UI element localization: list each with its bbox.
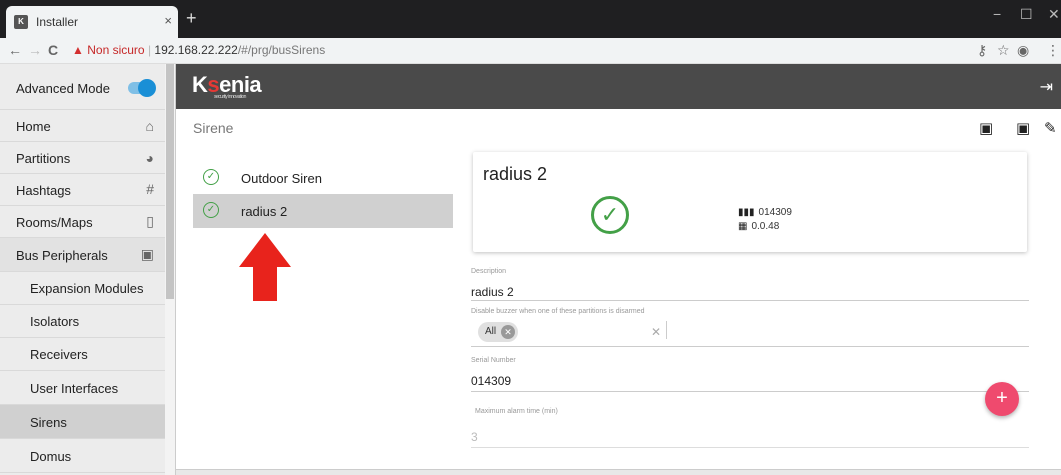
door-icon: ▯ [146,213,154,229]
select-separator [666,321,667,339]
sidebar-subitem-label: Domus [30,449,72,464]
sidebar-subitem-user-interfaces[interactable]: User Interfaces [0,371,166,405]
browser-tab[interactable]: K Installer × [6,6,178,38]
add-button[interactable]: + [985,382,1019,416]
siren-item-outdoor-siren[interactable]: ✓ Outdoor Siren [193,161,453,195]
description-input[interactable]: radius 2 [471,285,514,299]
key-icon[interactable]: ⚷ [977,42,987,59]
home-icon: ⌂ [145,118,154,134]
sidebar-item-hashtags[interactable]: Hashtags # [0,174,166,206]
maximize-icon[interactable]: ☐ [1020,6,1033,23]
divider [471,447,1029,448]
sidebar-scrollbar[interactable] [165,64,175,475]
url-host: 192.168.22.222 [154,43,238,57]
sidebar-item-label: Rooms/Maps [16,215,93,230]
serial-number-input[interactable]: 014309 [471,374,511,388]
chip-label: All [485,326,497,337]
account-icon[interactable]: ◉ [1017,42,1029,59]
tab-close-icon[interactable]: × [164,13,172,28]
serial-info: ▮▮▮ 014309 [738,207,792,218]
page-toolbar: Sirene ▣ ▣ ✎ [176,109,1061,147]
advanced-mode-row: Advanced Mode [0,64,166,110]
menu-icon[interactable]: ⋮ [1046,42,1060,59]
back-icon[interactable]: ← [8,42,22,58]
archive-download-icon[interactable]: ▣ [1016,119,1030,137]
advanced-mode-label: Advanced Mode [16,81,110,96]
forward-icon[interactable]: → [28,42,42,58]
firmware-info: ▦ 0.0.48 [738,221,779,232]
buzzer-partitions-label: Disable buzzer when one of these partiti… [471,308,645,315]
address-bar: ← → C ▲ Non sicuro | 192.168.22.222/#/pr… [0,38,1061,64]
device-icon: ▣ [140,246,154,262]
ksenia-logo: Ksenia security innovation [192,72,262,100]
firmware-version-text: 0.0.48 [751,221,780,232]
sidebar-subitem-isolators[interactable]: Isolators [0,305,166,338]
sidebar-item-label: Bus Peripherals [16,248,108,263]
advanced-mode-toggle[interactable] [128,79,156,97]
description-label: Description [471,268,507,275]
siren-label: Outdoor Siren [241,171,322,186]
siren-label: radius 2 [241,204,288,219]
check-circle-icon: ✓ [203,169,219,185]
url-field[interactable]: ▲ Non sicuro | 192.168.22.222/#/prg/busS… [72,43,325,57]
sidebar-item-label: Partitions [16,151,71,166]
archive-icon[interactable]: ▣ [979,119,993,137]
check-circle-icon: ✓ [591,196,629,234]
hashtag-icon: # [146,181,154,197]
tab-title: Installer [36,15,79,29]
url-path: /#/prg/busSirens [237,43,326,57]
sidebar: Advanced Mode Home ⌂ Partitions ◕ Hashta… [0,64,176,475]
clear-selection-icon[interactable]: ✕ [651,325,661,339]
minimize-icon[interactable]: − [993,6,1001,22]
divider [471,300,1029,301]
sidebar-subitem-label: User Interfaces [30,381,119,396]
logout-icon[interactable]: ⇥ [1040,77,1053,97]
sidebar-subitem-sirens[interactable]: Sirens [0,405,166,439]
scrollbar-thumb[interactable] [166,64,174,299]
sidebar-item-partitions[interactable]: Partitions ◕ [0,142,166,174]
siren-detail-card: radius 2 ✓ ▮▮▮ 014309 ▦ 0.0.48 [473,152,1027,252]
close-window-icon[interactable]: ✕ [1048,6,1060,23]
browser-tab-bar: K Installer × + − ☐ ✕ [0,0,1061,38]
ksenia-favicon-icon: K [14,15,28,29]
bottom-scrollbar[interactable] [176,469,1061,475]
check-circle-icon: ✓ [203,202,219,218]
warning-icon: ▲ [72,43,84,57]
partition-chip[interactable]: All ✕ [478,322,518,342]
sidebar-subitem-label: Isolators [30,314,80,329]
security-label: Non sicuro [87,43,145,57]
barcode-icon: ▮▮▮ [738,207,755,218]
siren-item-radius-2[interactable]: ✓ radius 2 [193,194,453,228]
serial-number-text: 014309 [758,207,792,218]
app-header: Ksenia security innovation ⇥ [176,64,1061,109]
serial-number-label: Serial Number [471,357,516,364]
toggle-knob [138,79,156,97]
divider [471,346,1029,347]
alarm-time-input[interactable]: 3 [471,430,478,444]
star-icon[interactable]: ☆ [997,42,1010,59]
sidebar-item-rooms-maps[interactable]: Rooms/Maps ▯ [0,206,166,238]
pie-chart-icon: ◕ [145,150,154,166]
chip-remove-icon[interactable]: ✕ [501,325,515,339]
sidebar-item-label: Hashtags [16,183,71,198]
sidebar-subitem-label: Expansion Modules [30,281,144,296]
sidebar-item-home[interactable]: Home ⌂ [0,110,166,142]
card-title: radius 2 [483,164,548,184]
sidebar-subitem-receivers[interactable]: Receivers [0,338,166,371]
sidebar-subitem-label: Sirens [30,415,67,430]
sidebar-subitem-expansion-modules[interactable]: Expansion Modules [0,272,166,305]
divider [471,391,1029,392]
edit-icon[interactable]: ✎ [1044,119,1057,137]
sidebar-subitem-domus[interactable]: Domus [0,439,166,473]
page-title: Sirene [193,120,234,136]
alarm-time-label: Maximum alarm time (min) [475,408,558,415]
sidebar-item-bus-peripherals[interactable]: Bus Peripherals ▣ [0,238,166,272]
sidebar-subitem-label: Receivers [30,347,88,362]
red-up-arrow-annotation [239,233,291,301]
new-tab-icon[interactable]: + [186,8,197,29]
chip-icon: ▦ [738,221,748,232]
reload-icon[interactable]: C [48,42,58,58]
sidebar-item-label: Home [16,119,51,134]
